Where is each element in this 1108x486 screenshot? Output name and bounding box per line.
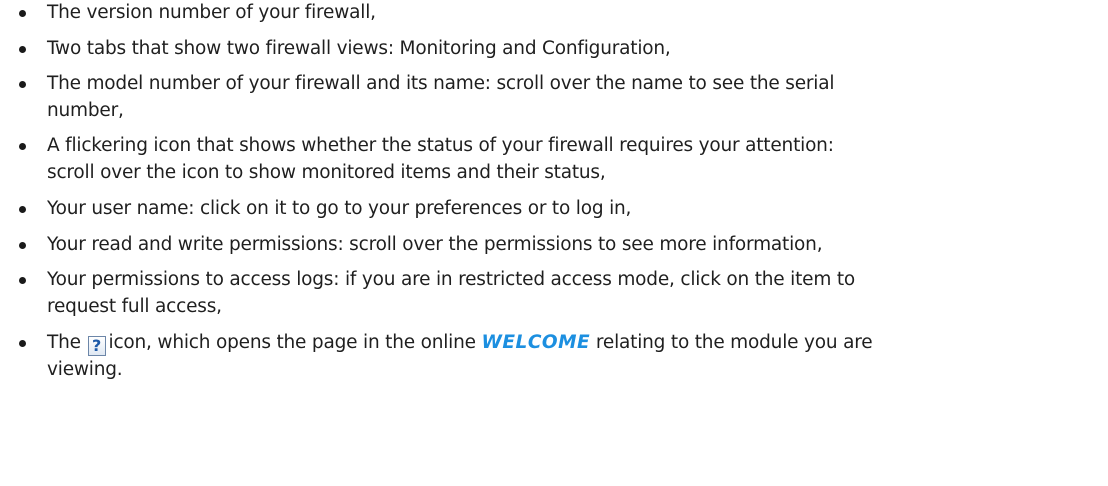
help-icon: ?: [87, 336, 106, 356]
bullet-icon: [19, 277, 26, 284]
list-item-text: Your read and write permissions: scroll …: [47, 234, 823, 255]
bullet-icon: [19, 10, 26, 17]
bullet-icon: [19, 206, 26, 213]
bullet-icon: [19, 46, 26, 53]
list-item-text-line2: number,: [47, 100, 124, 121]
welcome-link[interactable]: WELCOME: [482, 332, 591, 353]
bullet-icon: [19, 81, 26, 88]
help-prefix-text: The: [47, 332, 81, 353]
list-item-text: Your user name: click on it to go to you…: [47, 198, 632, 219]
bullet-icon: [19, 340, 26, 347]
bullet-icon: [19, 143, 26, 150]
list-item-text-line1: The model number of your firewall and it…: [47, 73, 835, 94]
help-middle-text: icon, which opens the page in the online: [108, 332, 477, 353]
list-item-text-line1: The ? icon, which opens the page in the o…: [47, 330, 1097, 356]
help-suffix-text: relating to the module you are: [595, 332, 873, 353]
list-item-text-line2: request full access,: [47, 296, 222, 317]
list-item-text-line2: viewing.: [47, 359, 123, 380]
list-item-text-line2: scroll over the icon to show monitored i…: [47, 162, 606, 183]
bullet-icon: [19, 242, 26, 249]
list-item-text: Two tabs that show two firewall views: M…: [47, 38, 671, 59]
list-item-text-line1: A flickering icon that shows whether the…: [47, 135, 834, 156]
list-item-text: The version number of your firewall,: [47, 2, 376, 23]
list-item-text-line1: Your permissions to access logs: if you …: [47, 269, 856, 290]
